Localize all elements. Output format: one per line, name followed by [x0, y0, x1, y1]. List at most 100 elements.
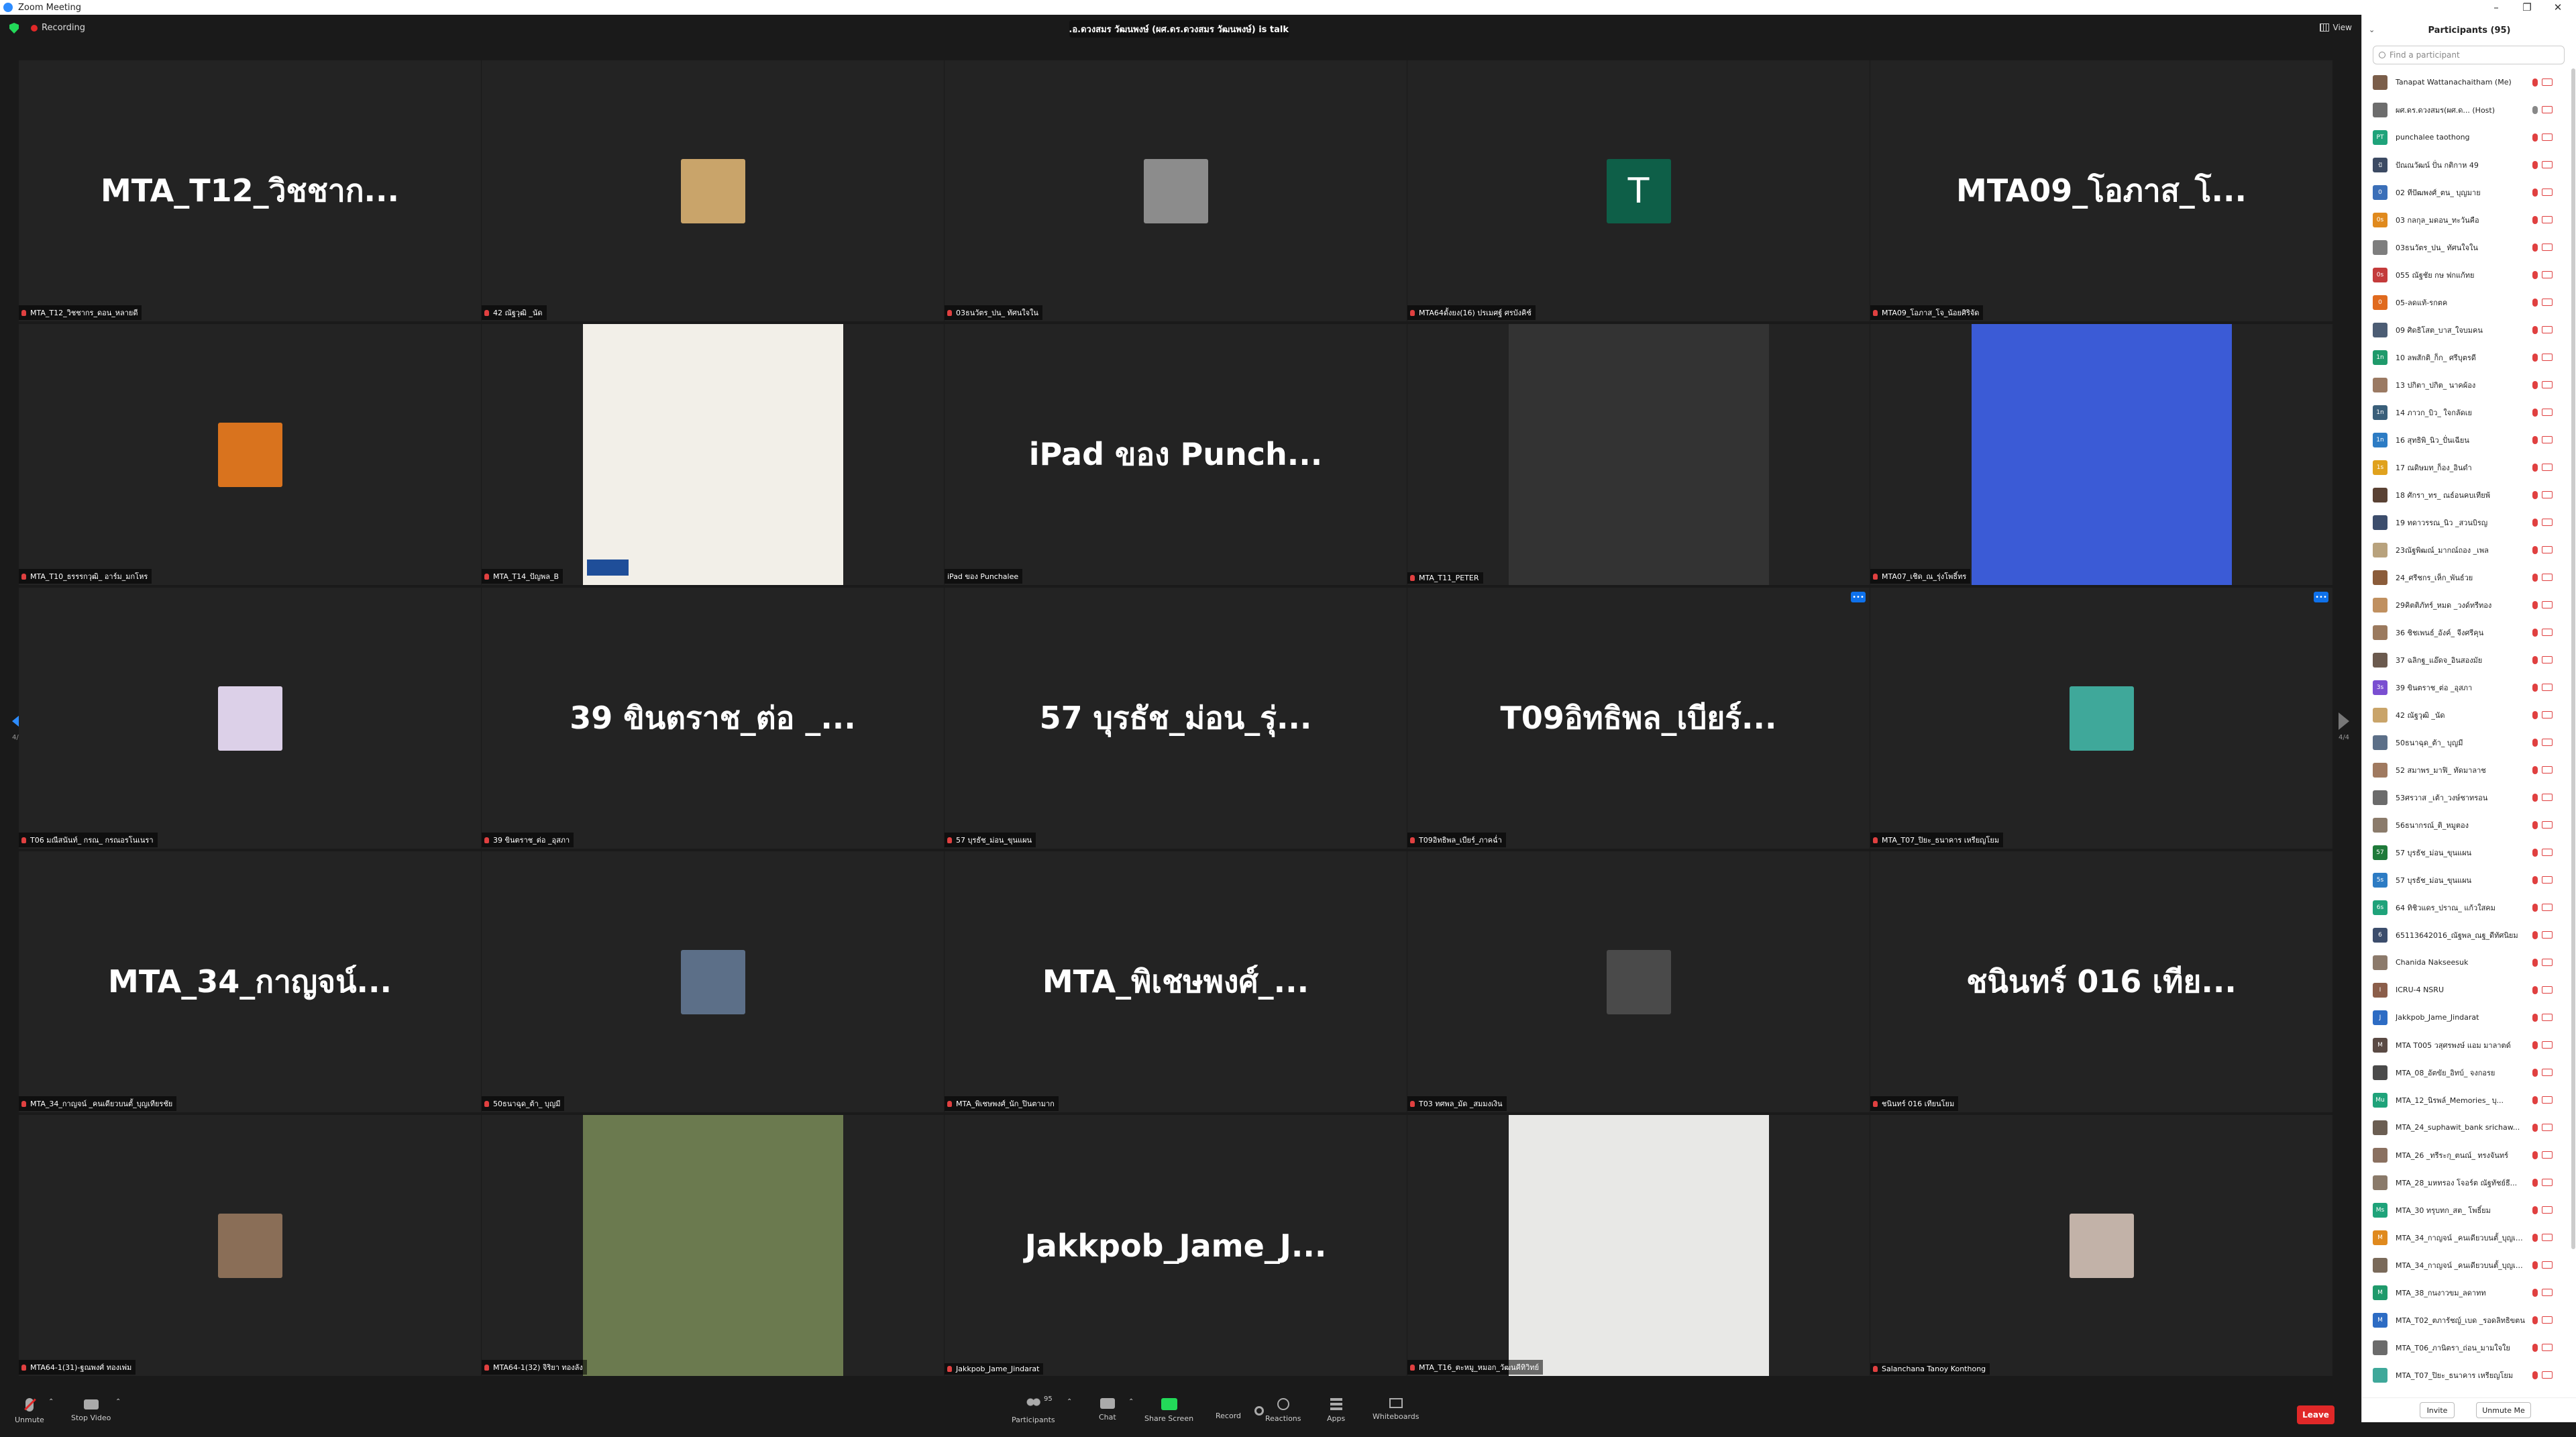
- participants-chevron-icon[interactable]: ⌃: [1067, 1398, 1072, 1405]
- participant-row[interactable]: 57 57 บุรธัช_ม่อน_ขุนแผน: [2373, 839, 2571, 866]
- recording-indicator[interactable]: Recording: [31, 23, 85, 33]
- video-tile[interactable]: MTA_34_กาญจน์... MTA_34_กาญจน์ _คนเดียวบน…: [19, 851, 481, 1112]
- apps-button[interactable]: Apps: [1327, 1398, 1345, 1423]
- video-tile[interactable]: iPad ของ Punch... iPad ของ Punchalee: [945, 324, 1407, 585]
- chat-chevron-icon[interactable]: ⌃: [1128, 1398, 1134, 1405]
- video-tile[interactable]: T MTA64ดั้งยง(16) ปรเมศฐ์ ศรบังคิช์: [1407, 60, 1870, 321]
- participant-row[interactable]: 42 ณัฐวุฒิ _นัด: [2373, 701, 2571, 729]
- participant-row[interactable]: 29คิตติภัทร์_หมด _วงด์ทรีทอง: [2373, 591, 2571, 619]
- participant-row[interactable]: 0 02 ทีปัฒพงศ์_ตน_ บุญมาย: [2373, 178, 2571, 206]
- participant-search-input[interactable]: Find a participant: [2373, 46, 2565, 64]
- video-tile[interactable]: ••• MTA_T07_ปิยะ_ธนาคาร เหรียญโยม: [1870, 588, 2332, 849]
- video-tile[interactable]: T06 มณีสนันท์_ กรณ_ กรณอรโนเนรา: [19, 588, 481, 849]
- video-tile[interactable]: MTA07_เชิด_ณ_รุ่งโพธิ์ทร: [1870, 324, 2332, 585]
- video-tile[interactable]: 03ธนวัตร_ปน_ ทัศนใจใน: [945, 60, 1407, 321]
- participant-row[interactable]: 0s 055 ณัฐชัย กษ ฟกแก้ทย: [2373, 261, 2571, 288]
- participant-row[interactable]: M MTA_34_กาญจน์ _คนเดียวบนตั้_บุญเทียรชัย: [2373, 1224, 2571, 1251]
- video-tile[interactable]: T09อิทธิพล_เบียร์... ••• T09อิทธิพล_เบียร์…: [1407, 588, 1870, 849]
- video-tile[interactable]: MTA64-1(31)-ฐณพงศ์ ทองเพ่ม: [19, 1115, 481, 1376]
- participant-row[interactable]: 1n 14 ภาวก_บิว_ ใจกลัดเย: [2373, 398, 2571, 426]
- video-tile[interactable]: 39 ขินตราช_ต่อ _... 39 ขินตราช_ต่อ _อุสภา: [482, 588, 944, 849]
- participant-row[interactable]: 1s 17 ณดิษมท_ก็อง_อินดำ: [2373, 454, 2571, 481]
- video-tile[interactable]: MTA64-1(32) จิริยา ทองลัง: [482, 1115, 944, 1376]
- participant-row[interactable]: I ICRU-4 NSRU: [2373, 976, 2571, 1004]
- whiteboards-button[interactable]: Whiteboards: [1373, 1398, 1419, 1421]
- video-tile[interactable]: MTA_T12_วิชชาก... MTA_T12_วิชชากร_ดอน_หลา…: [19, 60, 481, 321]
- video-tile[interactable]: T03 ทศพล_มัด _สมมงเงิน: [1407, 851, 1870, 1112]
- participant-row[interactable]: J Jakkpob_Jame_Jindarat: [2373, 1004, 2571, 1031]
- security-shield-icon[interactable]: [9, 23, 19, 34]
- video-tile[interactable]: MTA_T11_PETER: [1407, 324, 1870, 585]
- record-button[interactable]: Record: [1216, 1398, 1264, 1420]
- participant-list-scrollbar[interactable]: [2571, 68, 2575, 1249]
- stop-video-button[interactable]: Stop Video: [71, 1398, 111, 1422]
- participant-row[interactable]: MTA_24_suphawit_bank srichaw...: [2373, 1114, 2571, 1141]
- chat-button[interactable]: Chat: [1099, 1398, 1116, 1422]
- next-page-button[interactable]: 4/4: [2334, 712, 2353, 753]
- participant-row[interactable]: PT punchalee taothong: [2373, 123, 2571, 151]
- participant-row[interactable]: 6 65113642016_ณัฐพล_ณฐ_ดีทัศนิยม: [2373, 921, 2571, 949]
- participant-row[interactable]: 53ศรวาส _เต้า_วงษ์ชาทรอน: [2373, 784, 2571, 811]
- participant-row[interactable]: 19 ทดาวรรณ_นิว _สวนบิรญ: [2373, 509, 2571, 536]
- audio-options-chevron-icon[interactable]: ⌃: [48, 1398, 54, 1405]
- participant-row[interactable]: 1n 10 ลพสักติ_ก็ก_ ศรีบุตรดี: [2373, 343, 2571, 371]
- close-icon[interactable]: ✕: [2542, 0, 2573, 15]
- participant-row[interactable]: MTA_08_อัตขัย_อิทบ์_ จงกอรย: [2373, 1059, 2571, 1086]
- video-tile[interactable]: Salanchana Tanoy Konthong: [1870, 1115, 2332, 1376]
- participant-row[interactable]: Chanida Nakseesuk: [2373, 949, 2571, 976]
- participant-row[interactable]: 3s 39 ขินตราช_ต่อ _อุสภา: [2373, 674, 2571, 701]
- participant-row[interactable]: 03ธนวัตร_ปน_ ทัศนใจใน: [2373, 233, 2571, 261]
- participant-row[interactable]: Mu MTA_12_นิรพล์_Memories_ บุ...: [2373, 1086, 2571, 1114]
- participant-row[interactable]: ปั ปัณณวัฒน์ ปั่น กติกาห 49: [2373, 151, 2571, 178]
- participant-row[interactable]: Tanapat Wattanachaitham (Me): [2373, 68, 2571, 96]
- participant-row[interactable]: 36 ชิชเพนธ์_อังค์_ จีงศรีคุน: [2373, 619, 2571, 646]
- maximize-icon[interactable]: ❐: [2512, 0, 2542, 15]
- participant-row[interactable]: Ms MTA_30 ทรุบทก_สต_ โพธิ์ยม: [2373, 1196, 2571, 1224]
- participant-row[interactable]: 0s 03 กลกุล_มดอน_ทะวันคือ: [2373, 206, 2571, 233]
- participant-row[interactable]: M MTA T005 วสุศรพงษ์ แอม มาลาตด์: [2373, 1031, 2571, 1059]
- participant-row[interactable]: M MTA_T02_ตภารัชญ์_เบด _รอดลิทธิขตน: [2373, 1306, 2571, 1334]
- tile-more-options-button[interactable]: •••: [1851, 592, 1866, 602]
- video-options-chevron-icon[interactable]: ⌃: [115, 1398, 121, 1405]
- participant-row[interactable]: ผศ.ดร.ดวงสมร(ผศ.ด... (Host): [2373, 96, 2571, 123]
- share-screen-button[interactable]: Share Screen: [1144, 1398, 1193, 1423]
- participant-row[interactable]: 56ธนากรณ์_ติ_หมูตอง: [2373, 811, 2571, 839]
- participant-row[interactable]: 18 ศักรา_ทร_ ณธ์อนคบเทียพ้: [2373, 481, 2571, 509]
- participant-row[interactable]: 23ณัฐพิฒณ์_มากณ์ถอง _เพล: [2373, 536, 2571, 564]
- participant-row[interactable]: 09 ศิดธิโสต_บาส_ใจบมคน: [2373, 316, 2571, 343]
- view-button[interactable]: View: [2319, 23, 2352, 32]
- invite-button[interactable]: Invite: [2420, 1402, 2455, 1418]
- minimize-icon[interactable]: –: [2481, 0, 2512, 15]
- unmute-me-button[interactable]: Unmute Me: [2476, 1402, 2531, 1418]
- participant-row[interactable]: 50ธนาฉุด_ต้า_ บุญมี: [2373, 729, 2571, 756]
- video-tile[interactable]: MTA_พิเชษพงศ์_... MTA_พิเชษพงศ์_นัก_ปินตา…: [945, 851, 1407, 1112]
- video-tile[interactable]: 42 ณัฐวุฒิ _นัด: [482, 60, 944, 321]
- participant-row[interactable]: MTA_T07_ปิยะ_ธนาคาร เหรียญโยม: [2373, 1361, 2571, 1389]
- video-tile[interactable]: MTA09_โอภาส_โ... MTA09_โอภาส_โจ_น้อยศิริจ…: [1870, 60, 2332, 321]
- video-tile[interactable]: MTA_T10_ธรรรกวุฒิ_ อาร์ม_มกโหร: [19, 324, 481, 585]
- participant-row[interactable]: 37 ฉลิกฐ_แอ๊ดจ_อินสองมัย: [2373, 646, 2571, 674]
- reactions-button[interactable]: Reactions: [1265, 1398, 1301, 1423]
- leave-button[interactable]: Leave: [2297, 1405, 2334, 1424]
- participant-row[interactable]: MTA_34_กาญจน์ _คนเดียวบนตั้_บุญเทียรชัย: [2373, 1251, 2571, 1279]
- video-tile[interactable]: Jakkpob_Jame_J... Jakkpob_Jame_Jindarat: [945, 1115, 1407, 1376]
- collapse-chevron-icon[interactable]: ⌄: [2369, 25, 2375, 34]
- participant-row[interactable]: MTA_28_มหทรอง โจอร์ต ณัฐทัชย์ธี...: [2373, 1169, 2571, 1196]
- video-tile[interactable]: MTA_T16_ตะหมู_หมอก_วัฒนคีทิวิทย์: [1407, 1115, 1870, 1376]
- participant-row[interactable]: 5s 57 บุรธัช_ม่อน_ขุนแผน: [2373, 866, 2571, 894]
- unmute-button[interactable]: Unmute: [15, 1398, 44, 1424]
- participant-row[interactable]: 52 สมาพร_มาฟิ_ ทัดมาลาช: [2373, 756, 2571, 784]
- participant-row[interactable]: 1n 16 สุทธิพิ_นิว_ปั่นเฉียน: [2373, 426, 2571, 454]
- participant-row[interactable]: 13 ปกิตา_ปกิต_ นาคผ้อง: [2373, 371, 2571, 398]
- video-tile[interactable]: 50ธนาฉุด_ต้า_ บุญมี: [482, 851, 944, 1112]
- participant-row[interactable]: 6s 64 ทิชิวแดร_ปราณ_ แก้วใสคม: [2373, 894, 2571, 921]
- participant-row[interactable]: MTA_26 _ทรีระกุ_ตนณ์_ ทรงจันทร์: [2373, 1141, 2571, 1169]
- video-tile[interactable]: 57 บุรธัช_ม่อน_รุ่... 57 บุรธัช_ม่อน_ขุนแ…: [945, 588, 1407, 849]
- participant-row[interactable]: M MTA_38_กนงาวขม_ลดาทท: [2373, 1279, 2571, 1306]
- participant-row[interactable]: 0 05-ลดแท้-รกตค: [2373, 288, 2571, 316]
- video-tile[interactable]: ชนินทร์ 016 เทีย... ชนินทร์ 016 เทียนโยม: [1870, 851, 2332, 1112]
- participant-row[interactable]: 24_ศรีชกร_เห็ก_พันธ์วย: [2373, 564, 2571, 591]
- participant-row[interactable]: MTA_T06_ภานิตรา_ถ่อน_มามใจใย: [2373, 1334, 2571, 1361]
- tile-more-options-button[interactable]: •••: [2314, 592, 2328, 602]
- video-tile[interactable]: MTA_T14_ปัญพล_B: [482, 324, 944, 585]
